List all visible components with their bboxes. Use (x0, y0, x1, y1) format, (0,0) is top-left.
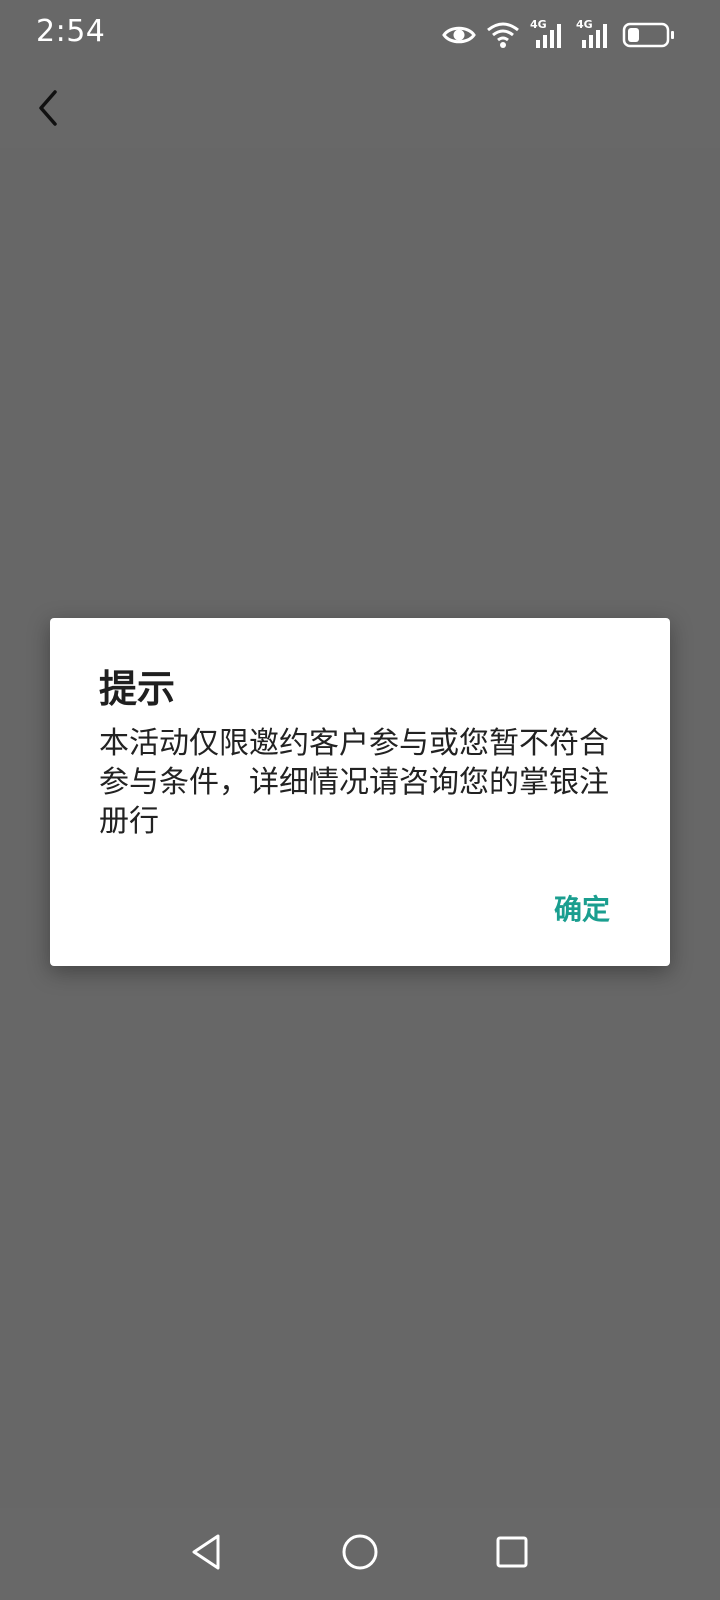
alert-dialog: 提示 本活动仅限邀约客户参与或您暂不符合参与条件，详细情况请咨询您的掌银注册行 … (50, 618, 670, 966)
status-icons: 4G 4G (442, 18, 676, 52)
recents-square-icon (494, 1534, 530, 1574)
confirm-button[interactable]: 确定 (552, 886, 612, 930)
dialog-message: 本活动仅限邀约客户参与或您暂不符合参与条件，详细情况请咨询您的掌银注册行 (99, 726, 609, 839)
home-circle-icon (340, 1532, 380, 1576)
nav-back-button[interactable] (180, 1528, 232, 1580)
signal-4g-icon: 4G (530, 18, 566, 50)
status-time: 2:54 (36, 14, 106, 49)
wifi-icon (486, 21, 520, 49)
nav-home-button[interactable] (334, 1528, 386, 1580)
nav-recents-button[interactable] (486, 1528, 538, 1580)
signal-4g-icon: 4G (576, 18, 612, 50)
chevron-left-icon (33, 88, 63, 132)
status-bar: 2:54 4G 4G (0, 0, 720, 70)
navigation-bar (0, 1508, 720, 1600)
eye-icon (442, 23, 476, 47)
back-button[interactable] (20, 82, 76, 138)
top-bar (0, 70, 720, 148)
back-triangle-icon (188, 1532, 224, 1576)
dialog-title: 提示 (99, 667, 176, 711)
battery-icon (622, 21, 676, 49)
